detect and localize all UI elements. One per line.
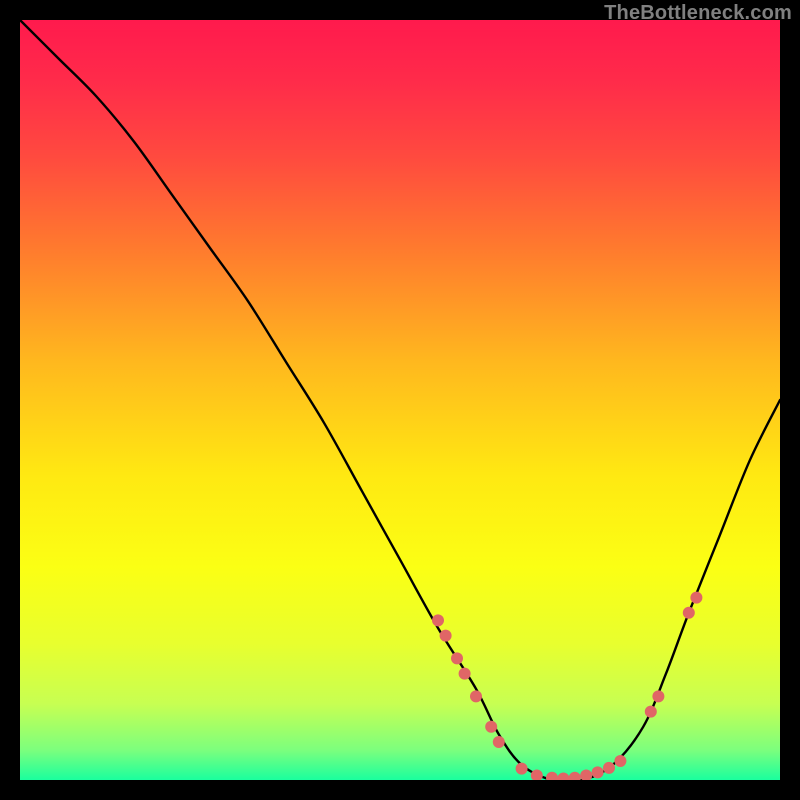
- highlight-dot: [683, 607, 695, 619]
- highlight-dot: [614, 755, 626, 767]
- highlight-dot: [440, 630, 452, 642]
- highlight-dot: [516, 763, 528, 775]
- highlight-dot: [485, 721, 497, 733]
- highlight-dot: [645, 706, 657, 718]
- highlight-dot: [459, 668, 471, 680]
- highlight-dot: [592, 766, 604, 778]
- highlight-dot: [690, 592, 702, 604]
- chart-frame: [20, 20, 780, 780]
- highlight-dot: [603, 762, 615, 774]
- gradient-background: [20, 20, 780, 780]
- highlight-dot: [652, 690, 664, 702]
- highlight-dot: [493, 736, 505, 748]
- bottleneck-chart: [20, 20, 780, 780]
- highlight-dot: [432, 614, 444, 626]
- highlight-dot: [470, 690, 482, 702]
- highlight-dot: [451, 652, 463, 664]
